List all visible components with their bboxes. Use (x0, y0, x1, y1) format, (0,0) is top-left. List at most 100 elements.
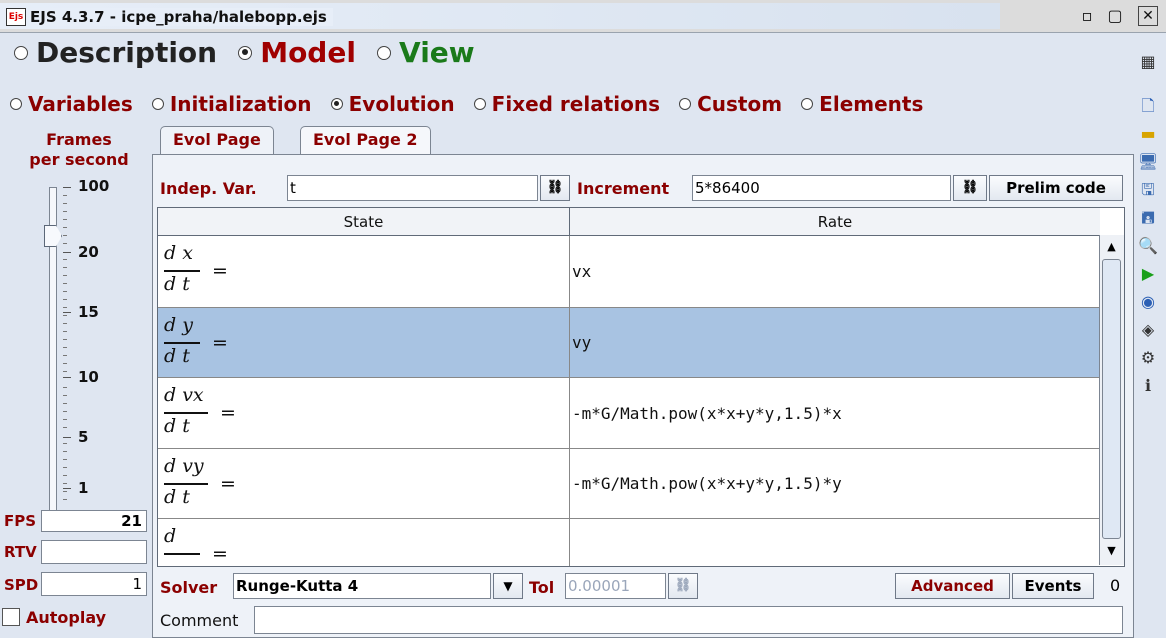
save-icon[interactable]: 🖫 (1136, 178, 1160, 202)
tick-label: 1 (78, 479, 89, 497)
radio-selected-icon (330, 98, 343, 110)
comment-label: Comment (160, 611, 239, 630)
subtab-elements[interactable]: Elements (801, 92, 923, 116)
package-icon[interactable]: ◈ (1136, 318, 1160, 342)
comment-field[interactable] (254, 606, 1123, 634)
radio-icon (14, 45, 28, 60)
column-divider (569, 236, 570, 307)
autoplay-label: Autoplay (26, 608, 107, 627)
subtab-variables[interactable]: Variables (10, 92, 133, 116)
translate-icon[interactable]: ◉ (1136, 290, 1160, 314)
fps-field[interactable]: 21 (41, 510, 147, 532)
slider-minor-tick (63, 275, 67, 276)
link-icon[interactable]: ⛓ (953, 175, 987, 201)
subtab-initialization[interactable]: Initialization (151, 92, 312, 116)
table-row[interactable]: d vx d t = -m*G/Math.pow(x*x+y*y,1.5)*x (158, 378, 1100, 449)
state-column-header: State (158, 208, 570, 236)
slider-major-tick (63, 377, 71, 378)
table-scrollbar[interactable]: ▲ ▼ (1099, 235, 1124, 565)
tick-label: 5 (78, 428, 89, 446)
fps-slider-thumb[interactable] (44, 225, 62, 247)
slider-minor-tick (63, 235, 67, 236)
events-button[interactable]: Events (1012, 573, 1094, 599)
increment-field[interactable]: 5*86400 (692, 175, 951, 201)
open-web-icon[interactable]: 🖥 (1136, 150, 1160, 174)
prelim-code-button[interactable]: Prelim code (989, 175, 1123, 201)
link-icon[interactable]: ⛓ (668, 573, 698, 599)
table-row[interactable]: d x d t = vx (158, 236, 1100, 308)
table-row[interactable]: d = (158, 519, 1100, 566)
tol-field[interactable]: 0.00001 (565, 573, 666, 599)
list-icon[interactable]: ▦ (1136, 50, 1160, 74)
slider-minor-tick (63, 219, 67, 220)
slider-major-tick (63, 437, 71, 438)
link-icon[interactable]: ⛓ (540, 175, 570, 201)
solver-select[interactable]: Runge-Kutta 4 (233, 573, 491, 599)
advanced-button[interactable]: Advanced (895, 573, 1010, 599)
tab-description[interactable]: Description (14, 36, 217, 69)
new-file-icon[interactable]: 🗋 (1136, 94, 1160, 118)
rate-cell[interactable]: -m*G/Math.pow(x*x+y*y,1.5)*x (572, 404, 842, 423)
indep-var-field[interactable]: t (287, 175, 538, 201)
right-toolbar: ▦ 🗋 ▬ 🖥 🖫 🖪 🔍 ▶ ◉ ◈ ⚙ ℹ (1136, 36, 1166, 402)
solver-label: Solver (160, 578, 218, 597)
tick-label: 20 (78, 243, 99, 261)
minimize-icon[interactable]: ▫ (1076, 6, 1098, 26)
equals-sign: = (212, 332, 228, 354)
derivative-numerator: d vx (164, 384, 204, 406)
rate-column-header: Rate (570, 208, 1100, 236)
equals-sign: = (220, 473, 236, 495)
app-icon: Ejs (6, 8, 26, 26)
slider-minor-tick (63, 443, 67, 444)
subtab-custom[interactable]: Custom (679, 92, 782, 116)
derivative-numerator: d vy (164, 455, 204, 477)
radio-icon (151, 98, 164, 110)
open-folder-icon[interactable]: ▬ (1136, 122, 1160, 146)
subtab-evolution[interactable]: Evolution (330, 92, 455, 116)
derivative-numerator: d (164, 525, 177, 547)
rate-cell[interactable]: vx (572, 262, 591, 281)
maximize-icon[interactable]: ▢ (1104, 6, 1126, 26)
search-icon[interactable]: 🔍 (1136, 234, 1160, 258)
tab-view[interactable]: View (377, 36, 475, 69)
slider-minor-tick (63, 195, 67, 196)
fraction-bar (164, 553, 200, 555)
slider-minor-tick (63, 259, 67, 260)
tab-evol-page[interactable]: Evol Page (160, 126, 274, 156)
dropdown-arrow-icon[interactable]: ▼ (493, 573, 523, 599)
window-title: EJS 4.3.7 - icpe_praha/halebopp.ejs (30, 8, 333, 26)
rate-cell[interactable]: vy (572, 333, 591, 352)
column-divider (569, 449, 570, 518)
scroll-down-icon[interactable]: ▼ (1102, 541, 1121, 561)
slider-major-tick (63, 187, 71, 188)
tab-evol-page-2[interactable]: Evol Page 2 (300, 126, 431, 154)
save-as-icon[interactable]: 🖪 (1136, 206, 1160, 230)
rate-cell[interactable]: -m*G/Math.pow(x*x+y*y,1.5)*y (572, 474, 842, 493)
scroll-up-icon[interactable]: ▲ (1102, 237, 1121, 257)
tab-model[interactable]: Model (238, 36, 356, 69)
slider-minor-tick (63, 491, 67, 492)
scroll-thumb[interactable] (1102, 259, 1121, 539)
table-row[interactable]: d y d t = vy (158, 308, 1100, 378)
rtv-field[interactable] (41, 540, 147, 564)
slider-minor-tick (63, 227, 67, 228)
slider-minor-tick (63, 371, 67, 372)
slider-minor-tick (63, 427, 67, 428)
info-icon[interactable]: ℹ (1136, 374, 1160, 398)
slider-minor-tick (63, 283, 67, 284)
slider-major-tick (63, 252, 71, 253)
spd-field[interactable]: 1 (41, 572, 147, 596)
options-icon[interactable]: ⚙ (1136, 346, 1160, 370)
slider-minor-tick (63, 203, 67, 204)
slider-minor-tick (63, 387, 67, 388)
autoplay-checkbox[interactable] (2, 608, 20, 626)
increment-label: Increment (577, 179, 670, 198)
run-icon[interactable]: ▶ (1136, 262, 1160, 286)
radio-selected-icon (238, 45, 253, 60)
table-row[interactable]: d vy d t = -m*G/Math.pow(x*x+y*y,1.5)*y (158, 449, 1100, 519)
close-icon[interactable]: ✕ (1138, 6, 1158, 26)
equals-sign: = (212, 260, 228, 282)
subtab-fixed-relations[interactable]: Fixed relations (473, 92, 660, 116)
main-tabs: Description Model View (14, 36, 491, 72)
fps-label: FPS (4, 512, 37, 530)
